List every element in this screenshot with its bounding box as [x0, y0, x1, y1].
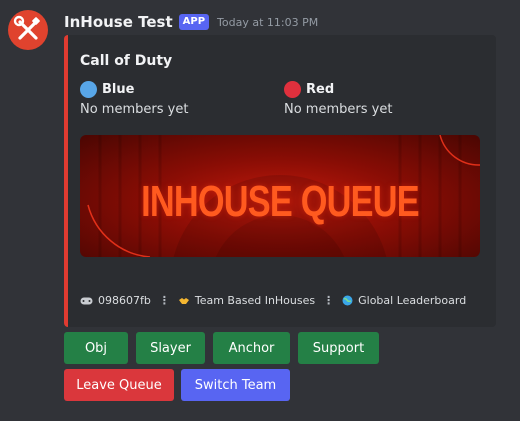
- footer-separator: ⋮: [323, 294, 335, 307]
- support-button[interactable]: Support: [298, 332, 379, 364]
- footer-separator: ⋮: [158, 294, 170, 307]
- embed-title: Call of Duty: [80, 53, 173, 69]
- handshake-icon: [178, 296, 190, 306]
- blue-circle-icon: [80, 80, 97, 98]
- bot-username[interactable]: InHouse Test: [64, 13, 173, 31]
- message-timestamp[interactable]: Today at 11:03 PM: [217, 16, 318, 29]
- globe-icon: [342, 295, 353, 306]
- switch-team-button[interactable]: Switch Team: [181, 369, 290, 401]
- team-name: Blue: [102, 81, 135, 97]
- queue-embed: Call of Duty Blue No members yet Red No …: [64, 35, 496, 327]
- team-blue: Blue No members yet: [80, 79, 188, 117]
- team-name: Red: [306, 81, 335, 97]
- message-header: InHouse Test APP Today at 11:03 PM: [64, 12, 318, 32]
- slayer-button[interactable]: Slayer: [136, 332, 205, 364]
- embed-footer: 098607fb ⋮ Team Based InHouses ⋮ Global …: [80, 294, 466, 307]
- anchor-button[interactable]: Anchor: [213, 332, 290, 364]
- footer-text: Global Leaderboard: [358, 294, 467, 307]
- tools-icon: [13, 15, 40, 40]
- banner-title: INHOUSE QUEUE: [141, 177, 420, 226]
- obj-button[interactable]: Obj: [64, 332, 128, 364]
- footer-id: 098607fb: [98, 294, 151, 307]
- team-members: No members yet: [284, 102, 393, 117]
- bot-avatar[interactable]: [8, 10, 48, 50]
- queue-banner-image[interactable]: INHOUSE QUEUE: [80, 135, 480, 257]
- team-members: No members yet: [80, 102, 189, 117]
- app-badge: APP: [178, 14, 210, 30]
- red-circle-icon: [284, 80, 301, 98]
- team-red: Red No members yet: [284, 79, 392, 117]
- leave-queue-button[interactable]: Leave Queue: [64, 369, 174, 401]
- gamepad-icon: [80, 296, 93, 306]
- footer-text: Team Based InHouses: [194, 294, 316, 307]
